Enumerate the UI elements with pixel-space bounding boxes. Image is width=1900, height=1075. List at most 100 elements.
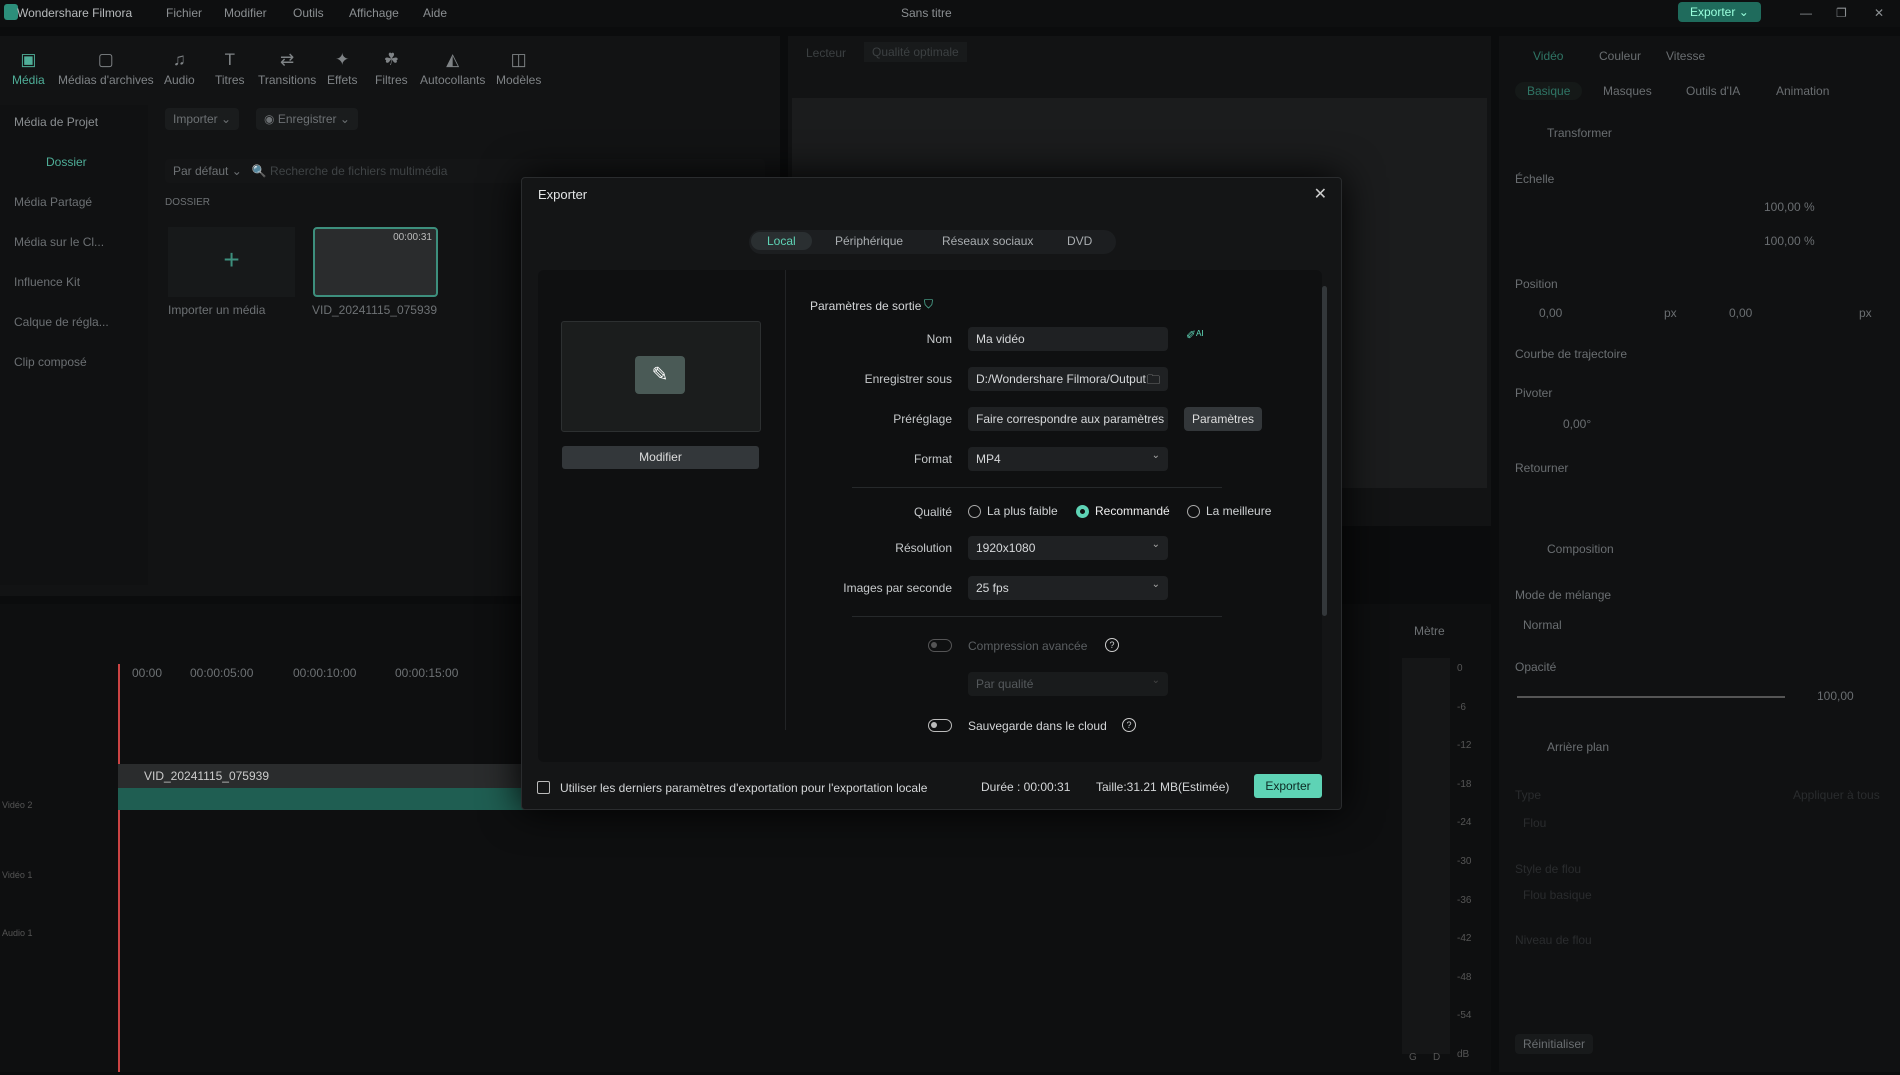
name-input[interactable]: Ma vidéo	[968, 327, 1168, 351]
sidebar-compound-clip[interactable]: Clip composé	[14, 355, 87, 369]
rotate-input[interactable]: 0,00°	[1563, 417, 1591, 431]
divider	[852, 487, 1222, 488]
opacity-input[interactable]: 100,00	[1817, 689, 1854, 703]
sort-dropdown[interactable]: Par défaut	[173, 164, 228, 178]
transform-heading[interactable]: Transformer	[1547, 126, 1612, 140]
save-to-field[interactable]: D:/Wondershare Filmora/Output 🗀	[968, 367, 1168, 391]
compression-mode-dropdown[interactable]: Par qualité ⌄	[968, 672, 1168, 696]
quality-lowest-radio[interactable]: La plus faible	[968, 504, 1058, 519]
music-icon: ♫	[172, 50, 186, 69]
tab-social[interactable]: Réseaux sociaux	[942, 234, 1033, 248]
format-dropdown[interactable]: MP4 ⌄	[968, 447, 1168, 471]
modify-thumbnail-button[interactable]: Modifier	[562, 446, 759, 469]
tab-audio[interactable]: ♫ Audio	[164, 50, 195, 87]
tab-stickers[interactable]: ◭ Autocollants	[420, 50, 485, 87]
help-icon[interactable]: ?	[1122, 718, 1136, 732]
reset-button[interactable]: Réinitialiser	[1515, 1034, 1594, 1054]
position-y-input[interactable]: 0,00	[1729, 306, 1752, 320]
ruler-tick: 00:00:15:00	[395, 666, 459, 680]
folder-icon[interactable]: 🗀	[1147, 371, 1160, 391]
import-media-tile[interactable]: +	[168, 227, 295, 297]
sidebar-project-media[interactable]: Média de Projet	[14, 115, 98, 129]
type-dropdown[interactable]: Flou	[1523, 816, 1546, 830]
ai-rename-icon[interactable]: ✐ᴬᴵ	[1186, 328, 1204, 342]
menu-modifier[interactable]: Modifier	[224, 6, 267, 20]
tab-color[interactable]: Couleur	[1599, 49, 1641, 63]
menu-outils[interactable]: Outils	[293, 6, 324, 20]
compression-toggle[interactable]	[928, 639, 952, 652]
tab-effects[interactable]: ✦ Effets	[327, 50, 357, 87]
sidebar-folder[interactable]: Dossier	[46, 155, 87, 169]
apply-all-button[interactable]: Appliquer à tous	[1793, 788, 1880, 802]
save-to-label: Enregistrer sous	[864, 372, 952, 386]
tab-dvd[interactable]: DVD	[1067, 234, 1092, 248]
menu-fichier[interactable]: Fichier	[166, 6, 202, 20]
preset-dropdown[interactable]: Faire correspondre aux paramètres ⌄	[968, 407, 1168, 431]
graduation-cap-icon[interactable]: ⛉	[924, 297, 933, 312]
tab-local[interactable]: Local	[751, 232, 812, 250]
clip-thumbnail[interactable]: 00:00:31	[313, 227, 438, 297]
use-last-settings-checkbox[interactable]	[537, 781, 550, 794]
record-button[interactable]: ◉ Enregistrer ⌄	[256, 108, 358, 130]
scrollbar[interactable]	[1322, 286, 1327, 616]
cloud-backup-toggle[interactable]	[928, 719, 952, 732]
tab-filters[interactable]: ☘ Filtres	[375, 50, 408, 87]
menu-affichage[interactable]: Affichage	[349, 6, 399, 20]
blend-mode-dropdown[interactable]: Normal	[1523, 618, 1562, 632]
playhead[interactable]	[118, 664, 120, 1072]
tab-speed[interactable]: Vitesse	[1666, 49, 1705, 63]
transition-icon: ⇄	[280, 50, 295, 69]
quality-dropdown[interactable]: Qualité optimale	[864, 42, 967, 62]
quality-recommended-radio[interactable]: Recommandé	[1076, 504, 1170, 519]
background-heading[interactable]: Arrière plan	[1547, 740, 1609, 754]
meter-scale: 0 -6 -12 -18 -24 -30 -36 -42 -48 -54 dB	[1457, 650, 1471, 1075]
tab-transitions[interactable]: ⇄ Transitions	[258, 50, 316, 87]
top-export-label: Exporter	[1690, 5, 1736, 19]
tab-video[interactable]: Vidéo	[1533, 49, 1563, 63]
rotate-label: Pivoter	[1515, 386, 1553, 400]
search-input[interactable]: Recherche de fichiers multimédia	[270, 164, 447, 178]
sidebar-cloud-media[interactable]: Média sur le Cl...	[14, 235, 104, 249]
scale-y-value[interactable]: 100,00	[1764, 234, 1801, 248]
tab-media[interactable]: ▣ Média	[12, 50, 45, 87]
meter-tick: -30	[1457, 855, 1472, 867]
help-icon[interactable]: ?	[1105, 638, 1119, 652]
effects-icon: ✦	[335, 50, 350, 69]
subtab-basic[interactable]: Basique	[1515, 82, 1583, 100]
close-dialog-icon[interactable]: ✕	[1314, 184, 1327, 204]
sidebar-shared-media[interactable]: Média Partagé	[14, 195, 92, 209]
record-label: Enregistrer	[277, 112, 337, 126]
ruler-tick: 00:00:05:00	[190, 666, 254, 680]
quality-best-radio[interactable]: La meilleure	[1187, 504, 1271, 519]
top-export-button[interactable]: Exporter ⌄	[1678, 2, 1761, 22]
fps-label: Images par seconde	[843, 581, 952, 595]
position-x-input[interactable]: 0,00	[1539, 306, 1562, 320]
tab-stock-media[interactable]: ▢ Médias d'archives	[58, 50, 154, 87]
compression-label: Compression avancée	[968, 639, 1088, 653]
resolution-dropdown[interactable]: 1920x1080 ⌄	[968, 536, 1168, 560]
sidebar-adjustment-layer[interactable]: Calque de régla...	[14, 315, 109, 329]
import-button[interactable]: Importer ⌄	[165, 108, 240, 130]
tab-device[interactable]: Périphérique	[835, 234, 903, 248]
radio-icon	[1187, 505, 1200, 519]
tab-templates[interactable]: ◫ Modèles	[496, 50, 541, 87]
text-icon: T	[224, 50, 235, 69]
opacity-slider[interactable]	[1517, 696, 1785, 698]
export-button[interactable]: Exporter	[1254, 774, 1322, 798]
minimize-icon[interactable]: —	[1800, 6, 1812, 20]
subtab-animation[interactable]: Animation	[1776, 84, 1829, 98]
tab-titles[interactable]: T Titres	[215, 50, 245, 87]
menu-aide[interactable]: Aide	[423, 6, 447, 20]
subtab-ai-tools[interactable]: Outils d'IA	[1686, 84, 1740, 98]
format-value: MP4	[976, 452, 1001, 466]
blur-style-dropdown[interactable]: Flou basique	[1523, 888, 1592, 902]
subtab-masks[interactable]: Masques	[1603, 84, 1652, 98]
sidebar-influence-kit[interactable]: Influence Kit	[14, 275, 80, 289]
fps-dropdown[interactable]: 25 fps ⌄	[968, 576, 1168, 600]
import-label: Importer	[173, 112, 218, 126]
scale-x-value[interactable]: 100,00	[1764, 200, 1801, 214]
restore-icon[interactable]: ❐	[1836, 6, 1847, 20]
close-window-icon[interactable]: ✕	[1874, 6, 1884, 20]
composition-heading[interactable]: Composition	[1547, 542, 1614, 556]
settings-button[interactable]: Paramètres	[1184, 407, 1262, 431]
